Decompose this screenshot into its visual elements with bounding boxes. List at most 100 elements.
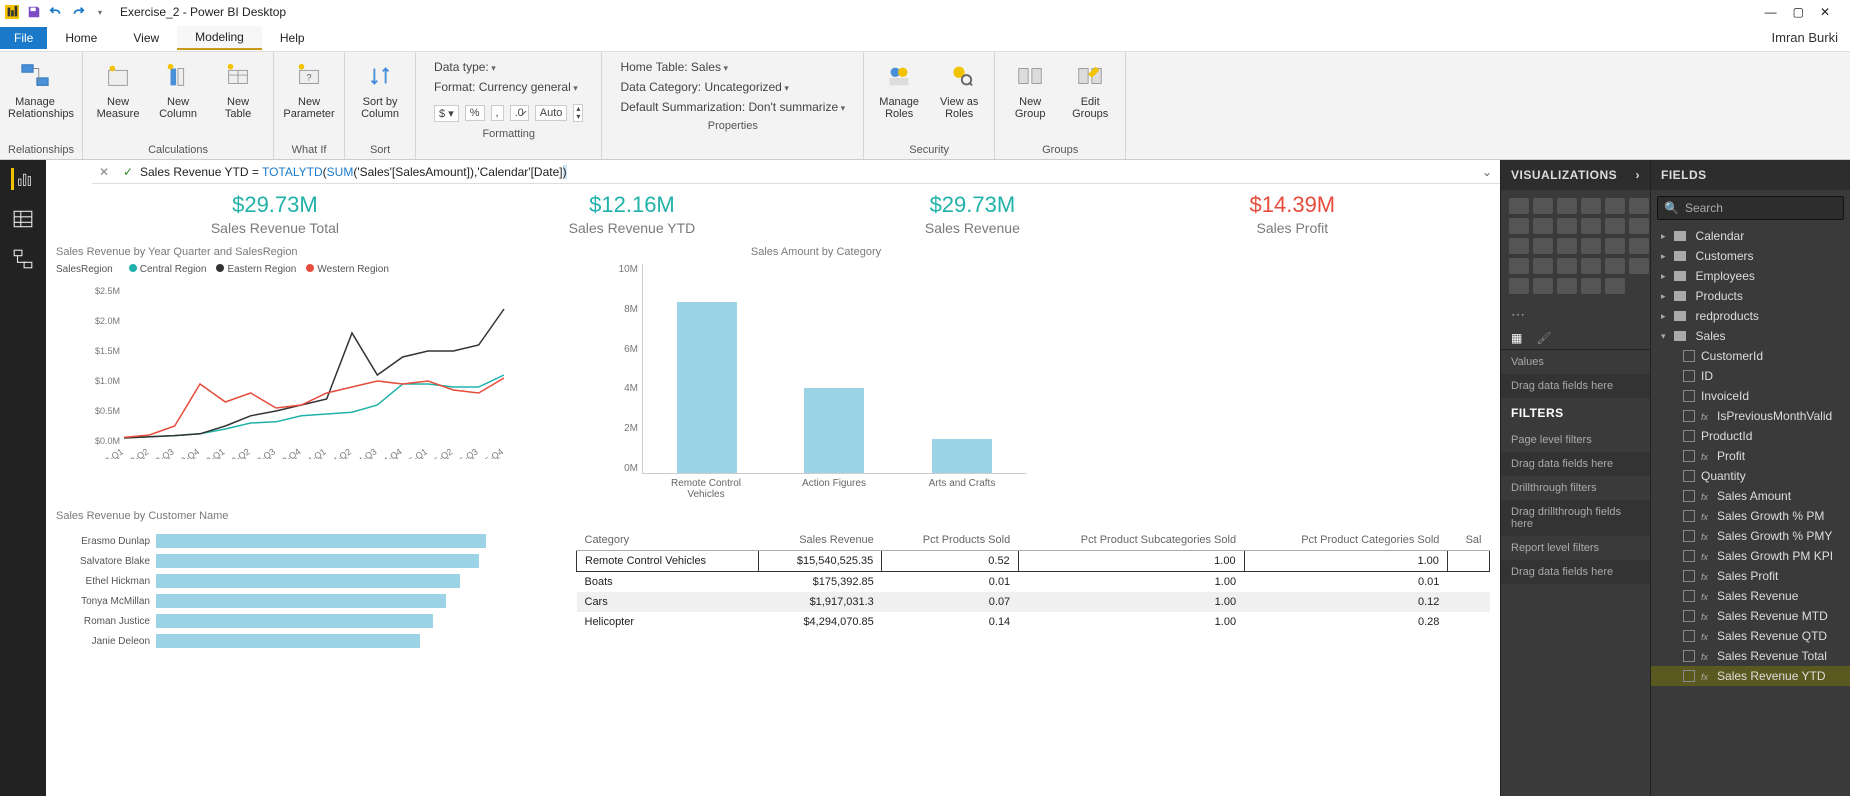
formula-bar[interactable]: ✕ ✓ Sales Revenue YTD = TOTALYTD(SUM('Sa… — [92, 160, 1500, 184]
line-chart-visual[interactable]: Sales Revenue by Year Quarter and SalesR… — [56, 246, 536, 500]
thousands-button[interactable]: , — [491, 105, 504, 121]
new-measure-button[interactable]: New Measure — [91, 56, 145, 142]
chevron-right-icon[interactable]: › — [1636, 168, 1641, 182]
field-item[interactable]: Sales Revenue MTD — [1651, 606, 1850, 626]
field-table[interactable]: Calendar — [1651, 226, 1850, 246]
drillthrough-drop-area[interactable]: Drag drillthrough fields here — [1501, 500, 1650, 536]
viz-type-icon[interactable] — [1605, 238, 1625, 254]
field-item[interactable]: IsPreviousMonthValid — [1651, 406, 1850, 426]
viz-type-icon[interactable] — [1557, 258, 1577, 274]
menu-view[interactable]: View — [115, 27, 177, 49]
field-item[interactable]: Sales Growth % PM — [1651, 506, 1850, 526]
viz-type-icon[interactable] — [1581, 278, 1601, 294]
field-item[interactable]: Sales Growth PM KPI — [1651, 546, 1850, 566]
hbar-chart-visual[interactable]: Sales Revenue by Customer Name Erasmo Du… — [56, 510, 536, 654]
viz-type-icon[interactable] — [1509, 198, 1529, 214]
format-dropdown[interactable]: Format: Currency general — [434, 80, 583, 94]
viz-type-icon[interactable] — [1629, 218, 1649, 234]
table-header[interactable]: Pct Products Sold — [882, 530, 1018, 551]
viz-type-icon[interactable] — [1533, 258, 1553, 274]
decimals-input[interactable]: Auto — [535, 105, 568, 121]
view-as-roles-button[interactable]: View as Roles — [932, 56, 986, 142]
field-item[interactable]: ProductId — [1651, 426, 1850, 446]
table-row[interactable]: Boats$175,392.850.011.000.01 — [577, 572, 1490, 593]
field-item[interactable]: Quantity — [1651, 466, 1850, 486]
table-header[interactable]: Sales Revenue — [759, 530, 882, 551]
decimals-stepper[interactable]: ▴▾ — [573, 104, 583, 122]
bar-chart-visual[interactable]: Sales Amount by Category 10M8M6M4M2M0M R… — [606, 246, 1026, 500]
viz-type-icon[interactable] — [1557, 238, 1577, 254]
field-table[interactable]: Sales — [1651, 326, 1850, 346]
summarization-dropdown[interactable]: Default Summarization: Don't summarize — [620, 100, 845, 114]
formula-expand-icon[interactable]: ⌄ — [1482, 165, 1492, 179]
field-item[interactable]: Sales Amount — [1651, 486, 1850, 506]
field-item[interactable]: Sales Revenue Total — [1651, 646, 1850, 666]
report-view-button[interactable] — [11, 168, 33, 190]
formula-cancel-icon[interactable]: ✕ — [92, 165, 116, 179]
field-item[interactable]: Sales Revenue — [1651, 586, 1850, 606]
table-header[interactable]: Pct Product Subcategories Sold — [1018, 530, 1244, 551]
viz-type-icon[interactable] — [1557, 198, 1577, 214]
new-group-button[interactable]: New Group — [1003, 56, 1057, 142]
viz-type-icon[interactable] — [1605, 198, 1625, 214]
kpi-card[interactable]: $14.39MSales Profit — [1250, 192, 1336, 236]
visualization-picker[interactable] — [1501, 190, 1650, 302]
table-header[interactable]: Pct Product Categories Sold — [1244, 530, 1447, 551]
close-button[interactable]: ✕ — [1820, 5, 1830, 19]
new-table-button[interactable]: New Table — [211, 56, 265, 142]
viz-type-icon[interactable] — [1509, 278, 1529, 294]
formula-commit-icon[interactable]: ✓ — [116, 165, 140, 179]
field-item[interactable]: InvoiceId — [1651, 386, 1850, 406]
field-table[interactable]: Products — [1651, 286, 1850, 306]
menu-modeling[interactable]: Modeling — [177, 26, 262, 50]
viz-type-icon[interactable] — [1581, 218, 1601, 234]
field-item[interactable]: Sales Profit — [1651, 566, 1850, 586]
sort-by-column-button[interactable]: Sort by Column — [353, 56, 407, 142]
report-canvas[interactable]: $29.73MSales Revenue Total $12.16MSales R… — [46, 184, 1500, 796]
viz-type-icon[interactable] — [1533, 278, 1553, 294]
qat-dropdown-icon[interactable]: ▾ — [92, 4, 108, 20]
viz-type-icon[interactable] — [1629, 238, 1649, 254]
format-tab-icon[interactable]: 🖌 — [1536, 331, 1551, 345]
viz-type-icon[interactable] — [1581, 238, 1601, 254]
viz-type-icon[interactable] — [1533, 198, 1553, 214]
kpi-card[interactable]: $29.73MSales Revenue Total — [211, 192, 339, 236]
kpi-card[interactable]: $29.73MSales Revenue — [925, 192, 1020, 236]
formula-text[interactable]: Sales Revenue YTD = TOTALYTD(SUM('Sales'… — [140, 165, 1482, 179]
page-filters-drop-area[interactable]: Drag data fields here — [1501, 452, 1650, 476]
manage-roles-button[interactable]: Manage Roles — [872, 56, 926, 142]
report-filters-drop-area[interactable]: Drag data fields here — [1501, 560, 1650, 584]
edit-groups-button[interactable]: Edit Groups — [1063, 56, 1117, 142]
manage-relationships-button[interactable]: Manage Relationships — [8, 56, 62, 142]
viz-type-icon[interactable] — [1581, 198, 1601, 214]
model-view-button[interactable] — [12, 248, 34, 270]
table-header[interactable]: Sal — [1447, 530, 1489, 551]
viz-type-icon[interactable] — [1629, 198, 1649, 214]
fields-tab-icon[interactable]: ▦ — [1511, 331, 1522, 345]
data-type-dropdown[interactable]: Data type: — [434, 60, 583, 74]
table-row[interactable]: Helicopter$4,294,070.850.141.000.28 — [577, 612, 1490, 632]
viz-type-icon[interactable] — [1557, 278, 1577, 294]
field-table[interactable]: Customers — [1651, 246, 1850, 266]
values-drop-area[interactable]: Drag data fields here — [1501, 374, 1650, 398]
table-row[interactable]: Remote Control Vehicles$15,540,525.350.5… — [577, 551, 1490, 572]
viz-type-icon[interactable] — [1629, 258, 1649, 274]
viz-type-icon[interactable] — [1605, 278, 1625, 294]
viz-type-icon[interactable] — [1509, 218, 1529, 234]
field-item[interactable]: ID — [1651, 366, 1850, 386]
table-visual[interactable]: CategorySales RevenuePct Products SoldPc… — [576, 510, 1490, 654]
menu-file[interactable]: File — [0, 27, 47, 49]
field-item[interactable]: CustomerId — [1651, 346, 1850, 366]
field-table[interactable]: Employees — [1651, 266, 1850, 286]
menu-help[interactable]: Help — [262, 27, 323, 49]
viz-type-icon[interactable] — [1533, 218, 1553, 234]
viz-type-icon[interactable] — [1509, 238, 1529, 254]
field-table[interactable]: redproducts — [1651, 306, 1850, 326]
maximize-button[interactable]: ▢ — [1793, 5, 1804, 19]
new-parameter-button[interactable]: ?New Parameter — [282, 56, 336, 142]
home-table-dropdown[interactable]: Home Table: Sales — [620, 60, 845, 74]
table-row[interactable]: Cars$1,917,031.30.071.000.12 — [577, 592, 1490, 612]
field-item[interactable]: Profit — [1651, 446, 1850, 466]
kpi-card[interactable]: $12.16MSales Revenue YTD — [569, 192, 696, 236]
fields-search-input[interactable]: 🔍 Search — [1657, 196, 1844, 220]
